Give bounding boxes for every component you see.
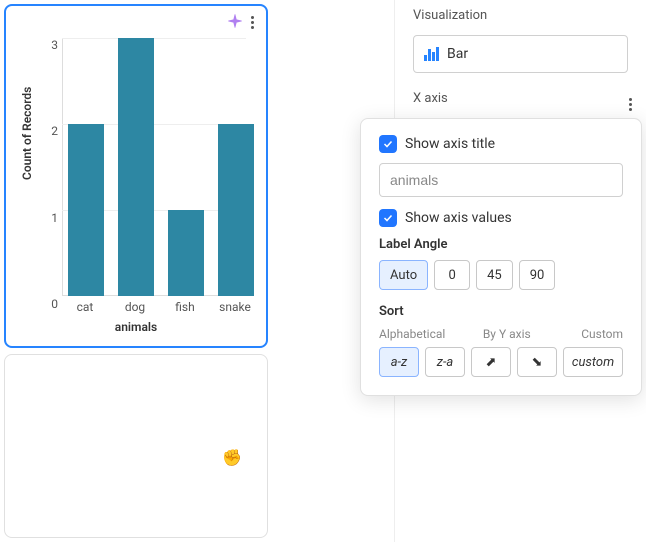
- bar-dog: [118, 38, 154, 296]
- angle-auto-button[interactable]: Auto: [379, 260, 428, 290]
- show-axis-values-checkbox[interactable]: [379, 209, 397, 227]
- visualization-header: Visualization: [395, 0, 646, 31]
- sort-label: Sort: [379, 304, 623, 319]
- x-tick: dog: [110, 300, 160, 314]
- label-angle-label: Label Angle: [379, 237, 623, 252]
- bar-chart: Count of Records 3 2 1 0 cat dog fish sn…: [16, 38, 256, 336]
- x-axis-header[interactable]: X axis: [395, 83, 646, 114]
- grab-cursor-icon: ✊: [222, 448, 242, 467]
- sort-asc-icon: ⬈: [486, 356, 497, 369]
- y-tick: 1: [46, 211, 58, 225]
- show-axis-title-label: Show axis title: [405, 136, 495, 152]
- angle-90-button[interactable]: 90: [519, 260, 556, 290]
- sort-headers: Alphabetical By Y axis Custom: [379, 327, 623, 341]
- y-tick: 0: [46, 297, 58, 311]
- sort-y-asc-button[interactable]: ⬈: [471, 347, 511, 377]
- kebab-icon[interactable]: [625, 94, 636, 115]
- angle-0-button[interactable]: 0: [434, 260, 470, 290]
- sort-alpha-asc-button[interactable]: a-z: [379, 347, 419, 377]
- y-tick: 3: [46, 38, 58, 52]
- bar-snake: [218, 124, 254, 296]
- x-axis-panel: Show axis title Show axis values Label A…: [360, 118, 642, 396]
- x-tick: fish: [160, 300, 210, 314]
- show-axis-values-label: Show axis values: [405, 210, 512, 226]
- x-tick: snake: [210, 300, 260, 314]
- axis-title-input[interactable]: [379, 163, 623, 197]
- y-tick: 2: [46, 124, 58, 138]
- sort-y-desc-button[interactable]: ⬊: [517, 347, 557, 377]
- kebab-icon[interactable]: [247, 12, 258, 33]
- empty-card[interactable]: [4, 354, 268, 538]
- sparkle-icon[interactable]: [227, 13, 243, 33]
- visualization-select[interactable]: Bar: [413, 35, 628, 73]
- sort-custom-button[interactable]: custom: [563, 347, 623, 377]
- angle-45-button[interactable]: 45: [476, 260, 513, 290]
- visualization-value: Bar: [447, 46, 468, 62]
- bar-cat: [68, 124, 104, 296]
- chart-card-toolbar: [227, 12, 258, 33]
- show-axis-title-checkbox[interactable]: [379, 135, 397, 153]
- chart-card[interactable]: Count of Records 3 2 1 0 cat dog fish sn…: [4, 4, 268, 348]
- sort-desc-icon: ⬊: [532, 356, 543, 369]
- bar-fish: [168, 210, 204, 296]
- x-tick: cat: [60, 300, 110, 314]
- y-axis-label: Count of Records: [20, 87, 34, 180]
- x-axis-label: animals: [16, 320, 256, 334]
- bar-chart-icon: [424, 47, 439, 61]
- sort-alpha-desc-button[interactable]: z-a: [425, 347, 465, 377]
